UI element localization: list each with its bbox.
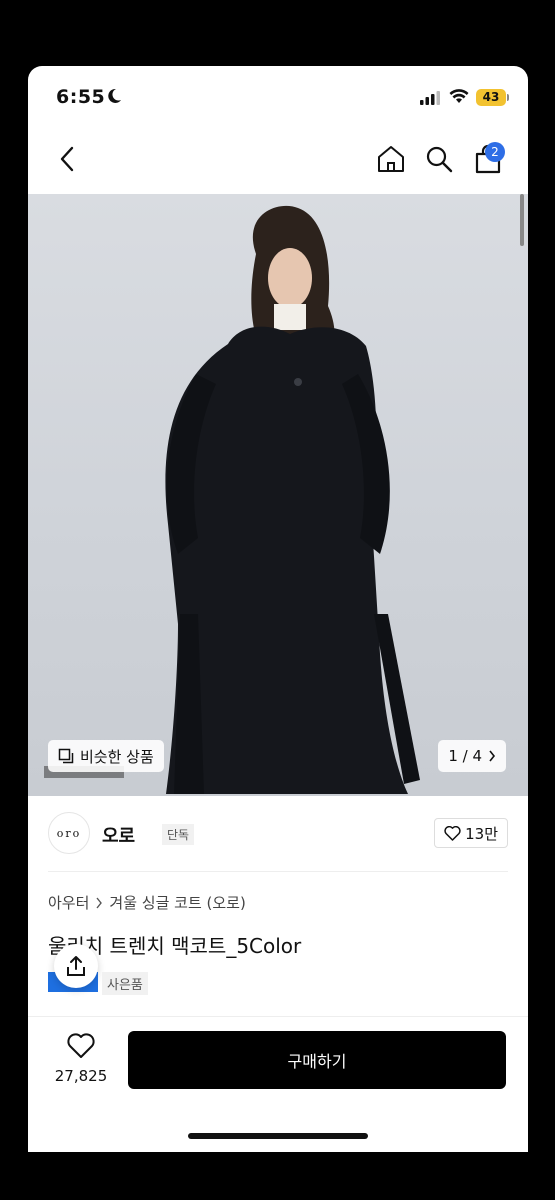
exclusive-badge: 단독 <box>162 824 195 845</box>
battery-tip <box>507 94 509 101</box>
buy-button[interactable]: 구매하기 <box>128 1031 506 1089</box>
back-arrow-icon <box>60 146 74 172</box>
product-image[interactable]: 비슷한 상품 1 / 4 <box>28 194 528 796</box>
home-button[interactable] <box>374 142 408 176</box>
brand-logo[interactable]: oro <box>48 812 90 854</box>
share-icon <box>67 956 85 976</box>
battery-level: 43 <box>476 89 506 106</box>
image-pager-label: 1 / 4 <box>448 747 482 765</box>
back-button[interactable] <box>50 142 84 176</box>
brand-row: oro 오로 단독 13만 <box>48 796 508 872</box>
search-button[interactable] <box>422 142 456 176</box>
image-pager[interactable]: 1 / 4 <box>438 740 506 772</box>
chevron-right-icon <box>96 897 103 908</box>
brand-like-button[interactable]: 13만 <box>434 818 508 848</box>
wishlist-button[interactable]: 27,825 <box>50 1033 112 1093</box>
wishlist-count: 27,825 <box>54 1067 108 1085</box>
similar-products-label: 비슷한 상품 <box>80 747 154 766</box>
gift-badge: 사은품 <box>102 972 148 995</box>
signal-icon <box>420 91 440 105</box>
share-button[interactable] <box>54 944 98 988</box>
status-bar: 6:55 43 <box>28 66 528 128</box>
home-icon <box>378 146 404 172</box>
brand-name[interactable]: 오로 <box>102 822 135 848</box>
bottom-action-bar: 27,825 구매하기 <box>28 1016 528 1152</box>
search-icon <box>426 146 453 173</box>
similar-products-button[interactable]: 비슷한 상품 <box>48 740 164 772</box>
model-photo <box>44 205 420 794</box>
heart-icon <box>444 825 461 841</box>
breadcrumb-item[interactable]: 겨울 싱글 코트 (오로) <box>109 892 245 913</box>
app-screen: 6:55 43 2 비슷한 상품 1 / 4 oro 오로 단독 13만 아우터… <box>28 66 528 1152</box>
cart-count-badge: 2 <box>485 142 505 162</box>
breadcrumb: 아우터 겨울 싱글 코트 (오로) <box>48 892 246 913</box>
moon-icon <box>108 88 121 103</box>
heart-icon <box>67 1033 95 1058</box>
home-indicator <box>188 1133 368 1139</box>
chevron-right-icon <box>489 750 496 762</box>
similar-icon <box>58 748 74 764</box>
breadcrumb-item[interactable]: 아우터 <box>48 892 89 913</box>
wifi-icon <box>449 89 469 103</box>
brand-like-count: 13만 <box>465 824 498 843</box>
scroll-indicator[interactable] <box>520 194 524 246</box>
status-time: 6:55 <box>56 86 106 108</box>
top-nav: 2 <box>28 128 528 194</box>
